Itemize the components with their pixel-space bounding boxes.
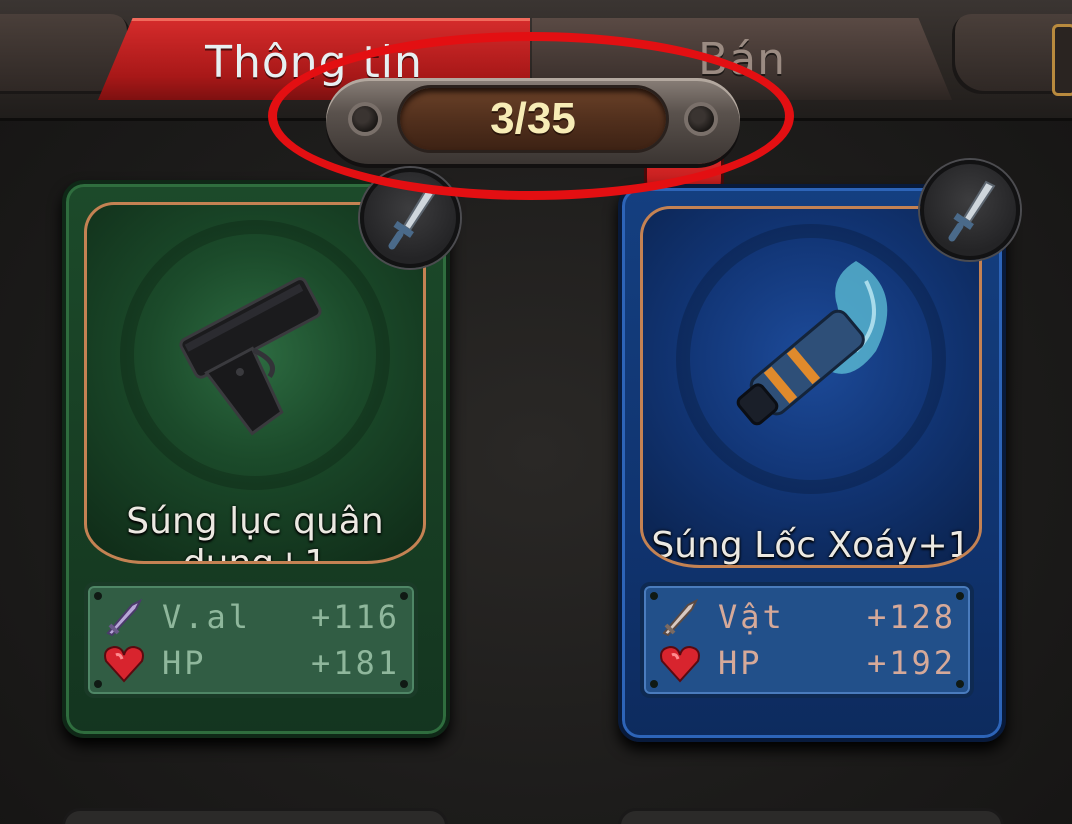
heart-icon xyxy=(660,645,700,683)
screw-icon xyxy=(956,592,964,600)
screw-icon xyxy=(650,680,658,688)
stat-hp: HP +181 xyxy=(102,640,400,686)
tab-sell-label: Bán xyxy=(697,34,787,85)
item-name-line-2: dụng+1 xyxy=(182,543,328,564)
item-card-partial[interactable] xyxy=(62,808,448,824)
item-name-line-1: Súng lục quân xyxy=(126,501,384,542)
item-name: Súng lục quân dụng+1 xyxy=(87,501,423,564)
screw-icon xyxy=(956,680,964,688)
heart-icon xyxy=(104,645,144,683)
item-card-tornado-gun[interactable]: Súng Lốc Xoáy+1 Vật +128 HP +192 xyxy=(618,184,1006,742)
game-screen: Thông tin Bán 3/35 Súng lục quân dụng+1 … xyxy=(0,0,1072,824)
weapon-type-badge xyxy=(360,168,460,268)
stat-attack-label: Vật xyxy=(718,598,785,636)
stat-hp: HP +192 xyxy=(658,640,956,686)
item-stats-panel: Vật +128 HP +192 xyxy=(640,582,974,698)
screw-icon xyxy=(400,680,408,688)
item-name: Súng Lốc Xoáy+1 xyxy=(643,525,979,566)
sword-icon xyxy=(662,598,699,637)
stat-hp-label: HP xyxy=(718,644,763,682)
screw-icon xyxy=(94,680,102,688)
pistol-icon xyxy=(179,277,322,436)
item-stats-panel: V.al +116 HP +181 xyxy=(84,582,418,698)
dagger-icon xyxy=(948,180,996,242)
rivet-icon xyxy=(688,106,714,132)
stat-attack-label: V.al xyxy=(162,598,252,636)
item-card-partial[interactable] xyxy=(618,808,1004,824)
item-counter-text: 3/35 xyxy=(490,94,576,143)
item-counter: 3/35 xyxy=(400,88,666,150)
item-counter-plate: 3/35 xyxy=(326,78,740,164)
item-card-art: Súng Lốc Xoáy+1 xyxy=(640,206,982,568)
dagger-icon xyxy=(388,188,436,250)
weapon-type-badge xyxy=(920,160,1020,260)
sword-icon xyxy=(106,598,143,637)
stat-attack-value: +128 xyxy=(866,598,956,636)
rivet-icon xyxy=(352,106,378,132)
stat-hp-label: HP xyxy=(162,644,207,682)
item-name-line-1: Súng Lốc Xoáy+1 xyxy=(651,525,971,566)
stat-attack: V.al +116 xyxy=(102,594,400,640)
side-tab-edge[interactable] xyxy=(1052,24,1072,96)
tornado-gun-icon xyxy=(736,261,888,426)
stat-hp-value: +192 xyxy=(866,644,956,682)
screw-icon xyxy=(94,592,102,600)
stat-attack-value: +116 xyxy=(310,598,400,636)
screw-icon xyxy=(650,592,658,600)
screw-icon xyxy=(400,592,408,600)
stat-attack: Vật +128 xyxy=(658,594,956,640)
stat-hp-value: +181 xyxy=(310,644,400,682)
